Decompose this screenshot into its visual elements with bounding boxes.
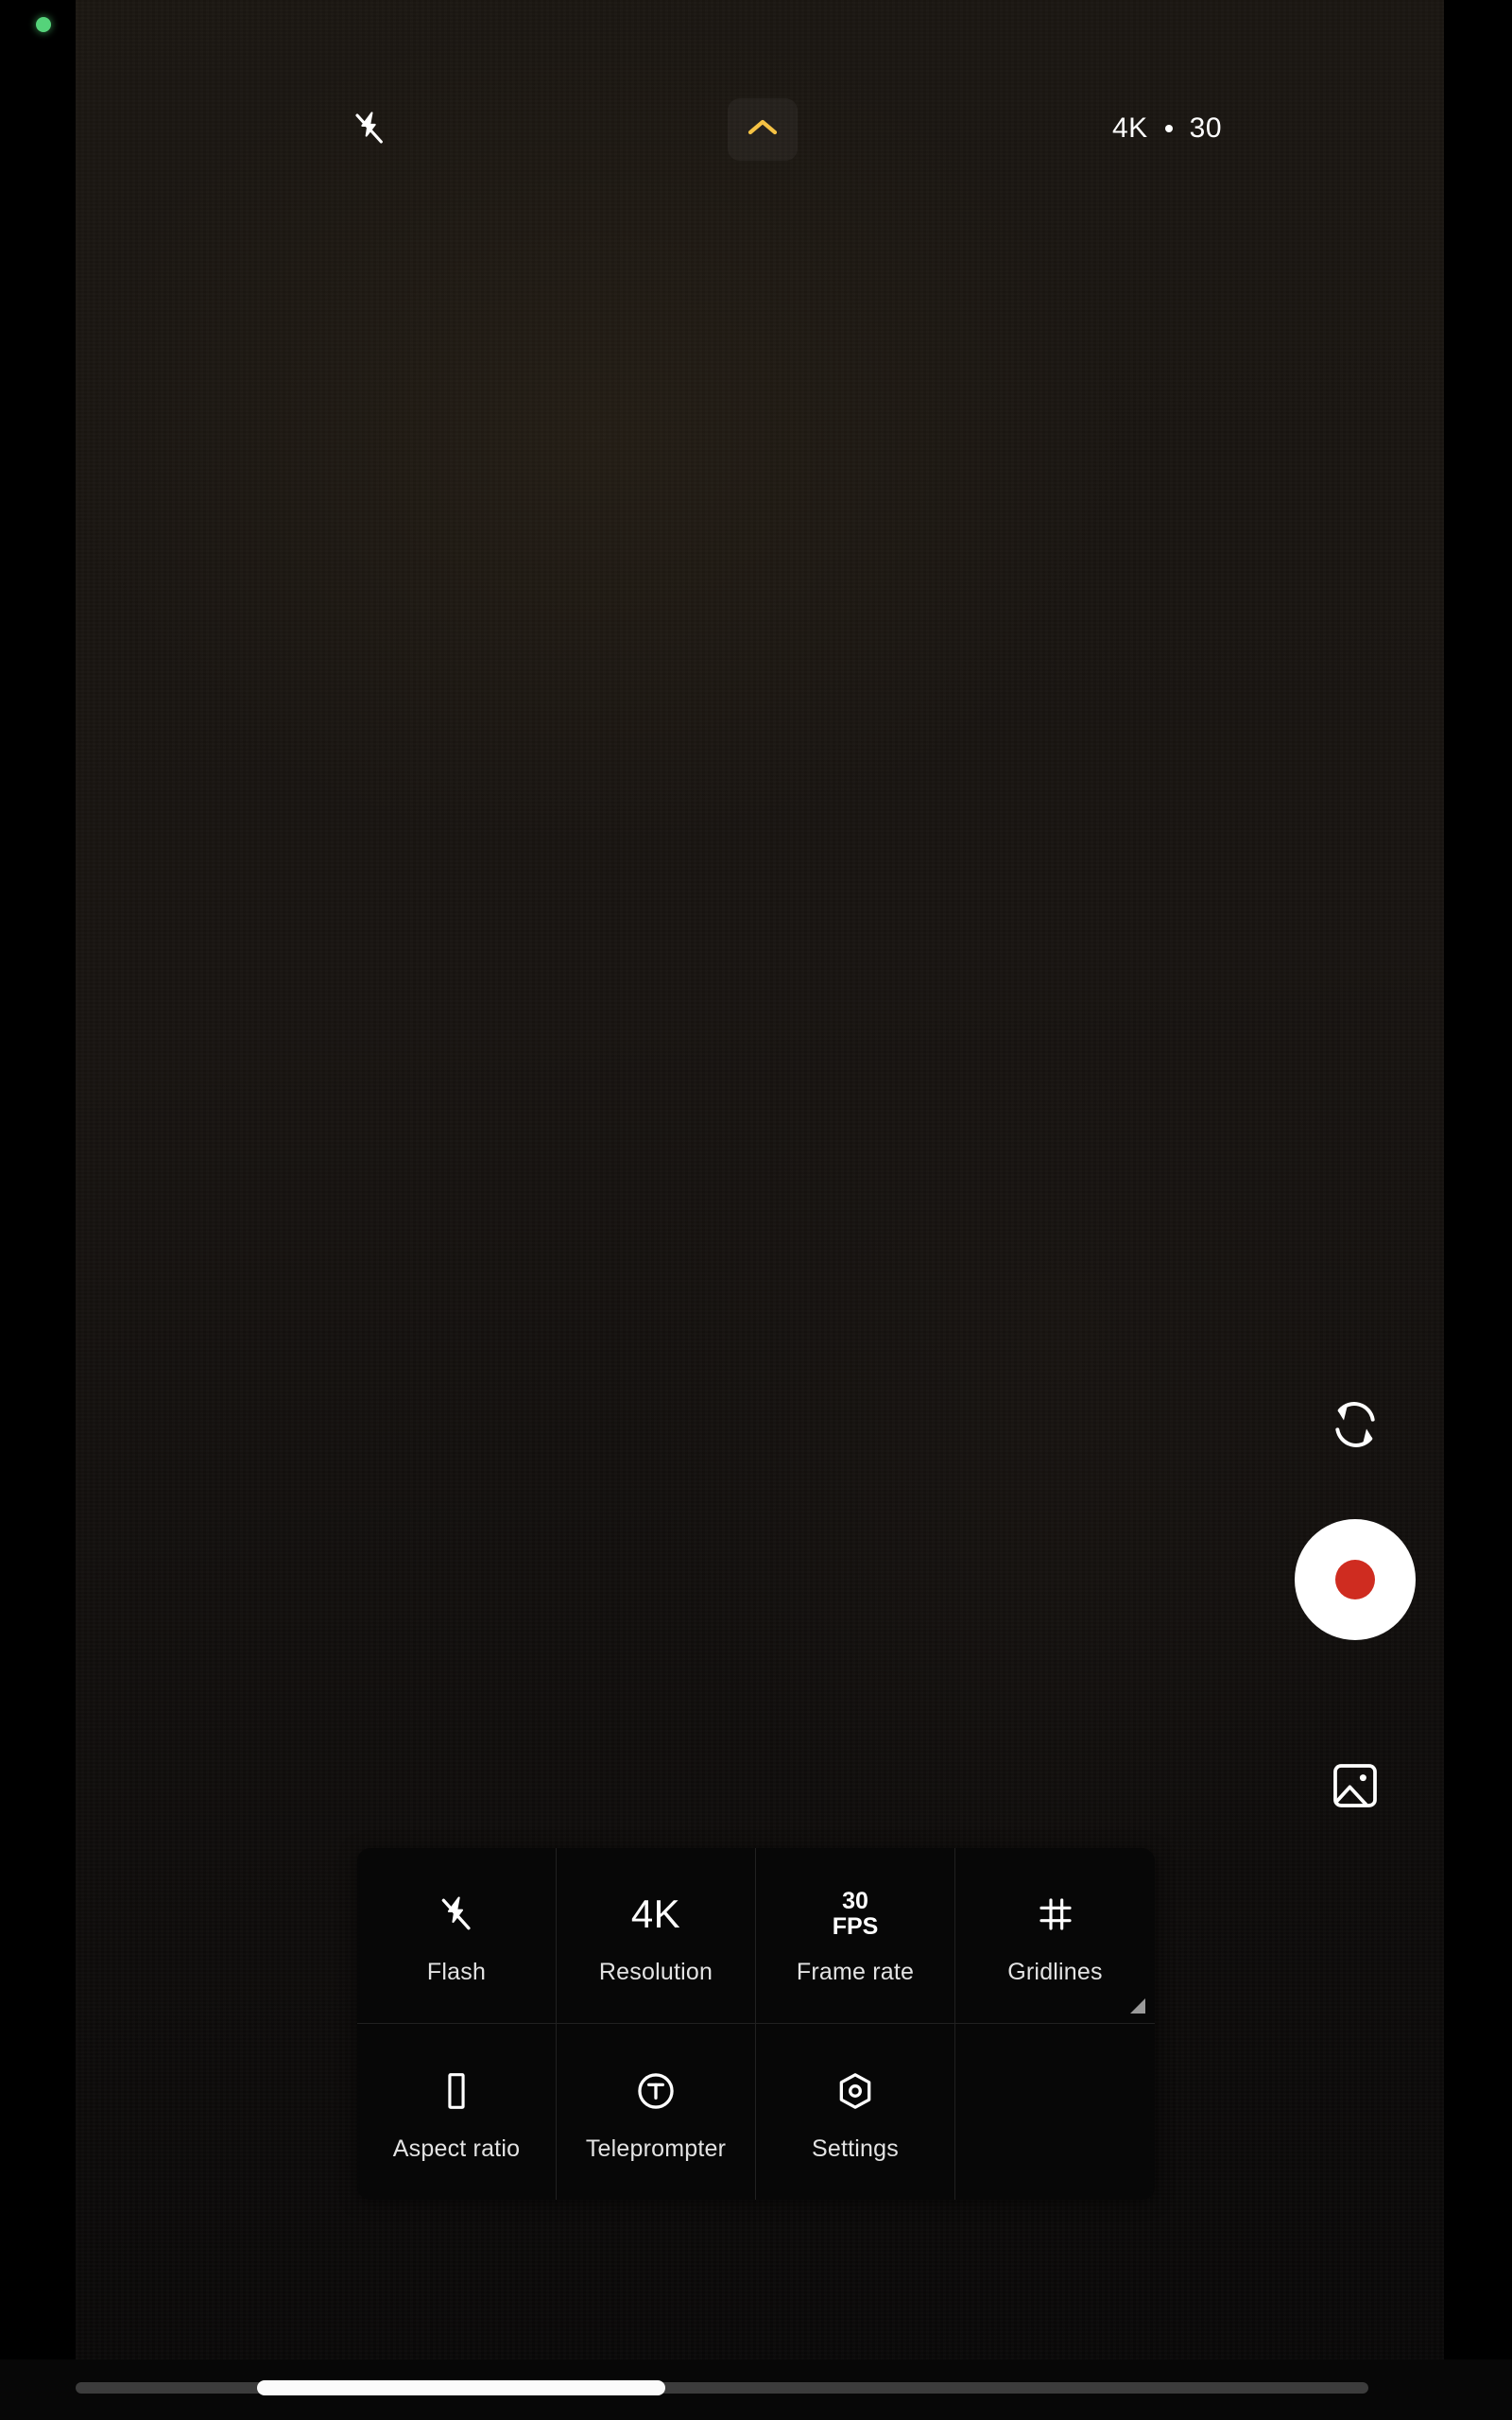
- portrait-rect-icon: [438, 2062, 475, 2120]
- panel-item-label: Flash: [426, 1959, 487, 1985]
- record-button[interactable]: [1295, 1519, 1416, 1640]
- framerate-icon-line1: 30: [842, 1888, 868, 1914]
- camera-flip-icon: [1325, 1394, 1385, 1460]
- panel-item-resolution[interactable]: 4K Resolution: [557, 1848, 756, 2024]
- panel-item-label: Frame rate: [796, 1959, 915, 1985]
- top-control-bar: 4K 30: [76, 95, 1444, 170]
- right-control-rail: [1295, 0, 1446, 2420]
- framerate-value: 30: [1189, 112, 1223, 144]
- capture-mode-readout[interactable]: 4K 30: [1058, 100, 1276, 157]
- framerate-icon-line2: FPS: [832, 1913, 879, 1940]
- teleprompter-t-circle-icon: [635, 2062, 677, 2120]
- flash-off-icon: [351, 110, 388, 152]
- grid-crop-icon: [1037, 1885, 1074, 1944]
- panel-item-aspect-ratio[interactable]: Aspect ratio: [357, 2024, 557, 2200]
- record-indicator-dot: [1335, 1560, 1375, 1599]
- panel-item-label: Resolution: [598, 1959, 713, 1985]
- camera-settings-panel: Flash 4K Resolution 30 FPS Frame rate Gr…: [357, 1848, 1155, 2200]
- panel-item-flash[interactable]: Flash: [357, 1848, 557, 2024]
- panel-item-label: Aspect ratio: [392, 2135, 521, 2162]
- settings-hex-icon: [834, 2062, 876, 2120]
- panel-item-label: Settings: [812, 2135, 899, 2162]
- readout-separator-dot: [1164, 125, 1173, 132]
- flip-camera-button[interactable]: [1304, 1375, 1406, 1478]
- settings-grid: Flash 4K Resolution 30 FPS Frame rate Gr…: [357, 1848, 1155, 2200]
- panel-item-label: Teleprompter: [585, 2135, 727, 2162]
- expand-controls-button[interactable]: [728, 98, 798, 161]
- gesture-nav-handle[interactable]: [257, 2380, 665, 2395]
- panel-item-empty: [955, 2024, 1155, 2200]
- chevron-up-icon: [747, 117, 779, 143]
- camera-app-screen: 4K 30 Flash 4K Resolution 30 FPS Frame r…: [0, 0, 1512, 2420]
- system-navigation-bar: [0, 2360, 1512, 2420]
- camera-in-use-indicator: [36, 17, 51, 32]
- panel-item-label: Gridlines: [1007, 1959, 1103, 1985]
- panel-item-gridlines[interactable]: Gridlines: [955, 1848, 1155, 2024]
- resolution-value-icon: 4K: [631, 1885, 680, 1944]
- panel-resize-handle[interactable]: [1130, 1998, 1145, 2014]
- framerate-value-icon: 30 FPS: [833, 1885, 879, 1944]
- panel-item-teleprompter[interactable]: Teleprompter: [557, 2024, 756, 2200]
- flash-toggle-button[interactable]: [335, 96, 404, 164]
- flash-off-icon: [437, 1885, 476, 1944]
- image-gallery-icon: [1329, 1759, 1382, 1817]
- resolution-icon-text: 4K: [630, 1892, 681, 1936]
- resolution-value: 4K: [1111, 112, 1148, 144]
- panel-item-frame-rate[interactable]: 30 FPS Frame rate: [756, 1848, 955, 2024]
- gallery-button[interactable]: [1310, 1742, 1400, 1833]
- panel-item-settings[interactable]: Settings: [756, 2024, 955, 2200]
